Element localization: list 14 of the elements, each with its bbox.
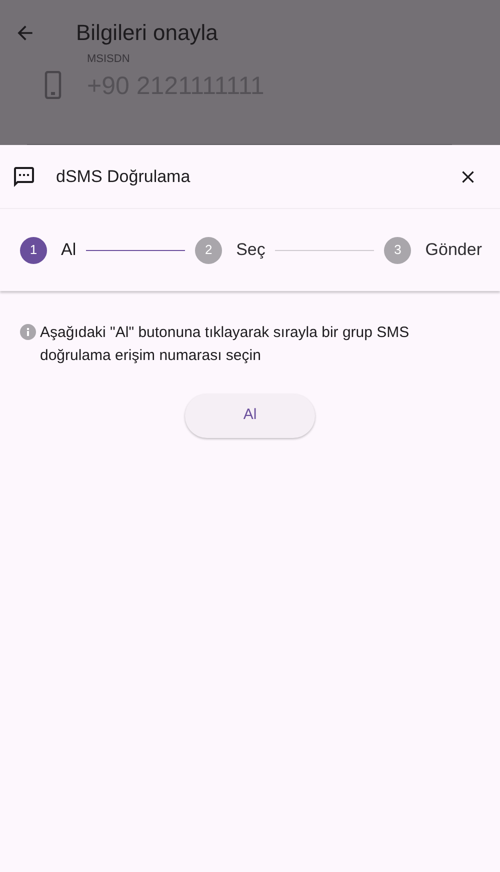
step-tab[interactable]: 2 Seç [195, 236, 266, 264]
step-number: 1 [20, 236, 47, 264]
sheet-title: dSMS Doğrulama [56, 166, 190, 188]
step-number: 2 [195, 236, 222, 264]
step-number: 3 [384, 236, 412, 264]
step-tab[interactable]: 1 Al [20, 236, 76, 264]
step-tab[interactable]: 3 Gönder [384, 236, 482, 264]
phone-icon [44, 71, 62, 99]
field-label: MSISDN [87, 52, 131, 67]
message-icon [12, 164, 36, 188]
info-icon [20, 324, 36, 340]
al-button[interactable]: Al [185, 394, 315, 438]
screen-title: Bilgileri onayla [76, 19, 218, 47]
info-text: Aşağıdaki "Al" butonuna tıklayarak sırayla bir grup SMS doğrulama erişim numarası seçin [40, 323, 410, 366]
